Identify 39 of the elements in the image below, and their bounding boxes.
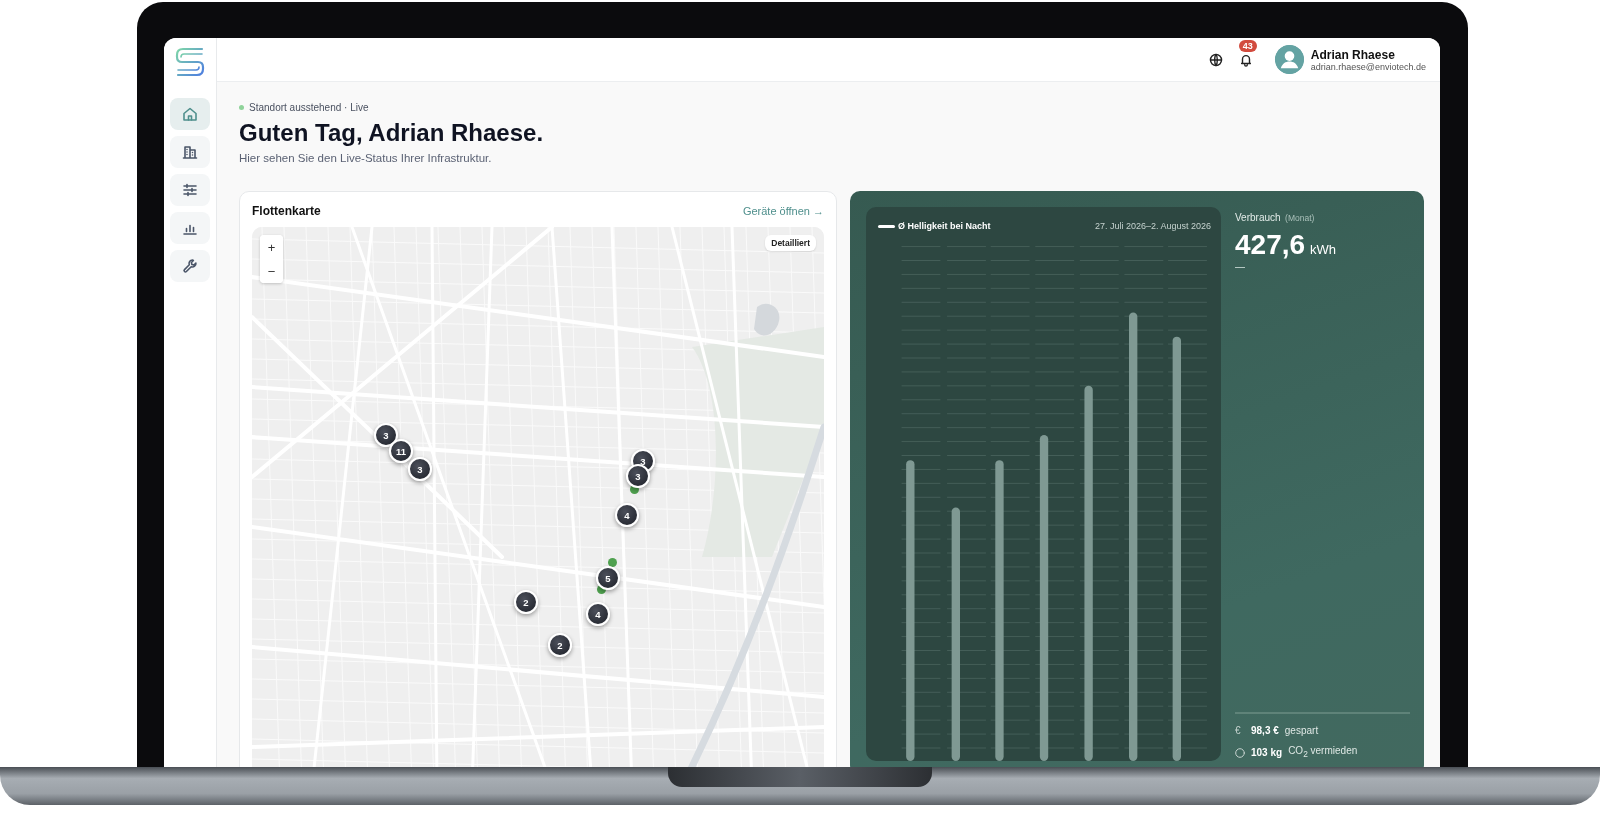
euro-icon: € — [1235, 724, 1245, 737]
globe-icon — [1208, 52, 1223, 67]
user-email: adrian.rhaese@enviotech.de — [1310, 61, 1426, 72]
home-icon — [182, 106, 198, 122]
date-range: 27. Juli 2026–2. August 2026 — [1094, 221, 1211, 231]
page-subtitle: Hier sehen Sie den Live-Status Ihrer Infrastruktur. — [239, 152, 493, 164]
map-style-badge[interactable]: Detailliert — [765, 235, 816, 251]
metric-value: 427,6 — [1235, 229, 1306, 261]
saving-label: CO$_{2}$ vermieden — [1288, 744, 1358, 761]
metric-label: Verbrauch — [1235, 212, 1281, 223]
map-marker[interactable] — [608, 558, 617, 567]
nav-button[interactable] — [170, 212, 210, 244]
metric-period: (Monat) — [1285, 213, 1315, 223]
status-dot — [239, 105, 244, 110]
nav-button[interactable] — [170, 174, 210, 206]
bell-icon — [1238, 52, 1253, 67]
trend-text: — — [1235, 261, 1246, 272]
nav-button[interactable] — [170, 136, 210, 168]
zoom-out-button[interactable]: − — [260, 259, 283, 283]
saving-value: 98,3 € — [1251, 724, 1279, 737]
logo-icon — [174, 46, 206, 78]
user-name: Adrian Rhaese — [1310, 47, 1396, 62]
metric-unit: kWh — [1310, 242, 1337, 257]
sliders-icon — [182, 182, 198, 198]
devices-link[interactable]: Geräte öffnen → — [742, 205, 824, 217]
saving-label: gespart — [1284, 724, 1319, 737]
circle-icon — [1235, 747, 1245, 758]
status-text: Standort ausstehend · Live — [249, 102, 369, 113]
zoom-in-button[interactable]: + — [260, 235, 283, 259]
wrench-icon — [182, 258, 198, 274]
nav-button[interactable] — [170, 250, 210, 282]
legend-label: Ø Helligkeit bei Nacht — [898, 221, 991, 231]
notification-badge: 43 — [1238, 39, 1257, 52]
saving-value: 103 kg — [1251, 746, 1283, 759]
card-title: Flottenkarte — [252, 204, 321, 218]
avatar-icon — [1274, 45, 1304, 74]
building-icon — [182, 144, 198, 160]
page-title: Guten Tag, Adrian Rhaese. — [239, 119, 545, 147]
legend-line — [878, 224, 895, 228]
